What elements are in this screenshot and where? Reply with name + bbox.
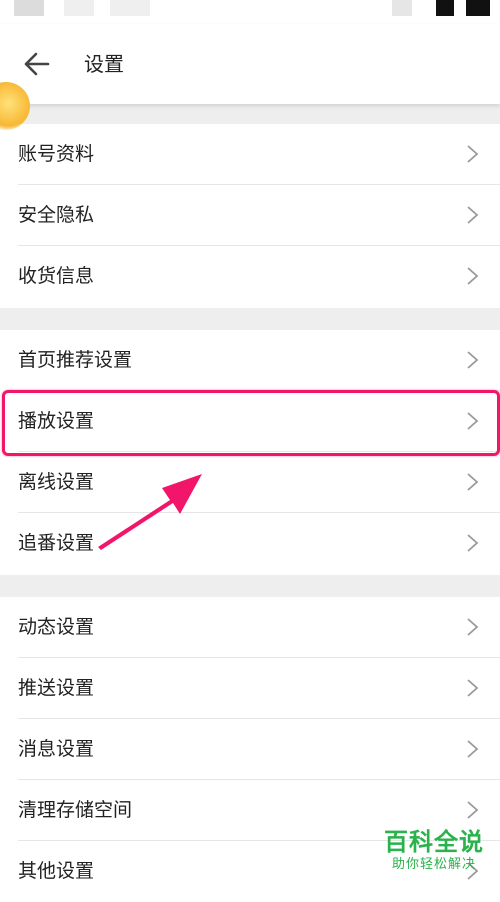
settings-item-offline[interactable]: 离线设置 <box>0 452 500 513</box>
header: 设置 <box>0 24 500 104</box>
chevron-right-icon <box>467 267 479 285</box>
chevron-right-icon <box>467 145 479 163</box>
settings-item-label: 清理存储空间 <box>18 799 133 821</box>
settings-item-messages[interactable]: 消息设置 <box>0 719 500 780</box>
settings-item-label: 其他设置 <box>18 860 95 882</box>
settings-item-label: 安全隐私 <box>18 204 95 226</box>
settings-group-account: 账号资料 安全隐私 收货信息 <box>0 124 500 308</box>
chevron-right-icon <box>467 618 479 636</box>
highlight-annotation-box <box>2 390 500 456</box>
chevron-right-icon <box>467 740 479 758</box>
status-icon-blurred <box>14 0 44 16</box>
back-button[interactable] <box>18 46 58 82</box>
settings-item-label: 推送设置 <box>18 677 95 699</box>
watermark-logo: 百科全说 助你轻松解决 <box>376 828 492 880</box>
chevron-right-icon <box>467 679 479 697</box>
watermark-subtitle: 助你轻松解决 <box>391 857 476 872</box>
settings-item-label: 动态设置 <box>18 616 95 638</box>
chevron-right-icon <box>467 473 479 491</box>
status-icon-blurred <box>64 0 94 16</box>
chevron-right-icon <box>467 351 479 369</box>
settings-item-label: 首页推荐设置 <box>18 349 133 371</box>
section-divider <box>0 575 500 597</box>
back-arrow-icon <box>24 52 50 76</box>
settings-item-push[interactable]: 推送设置 <box>0 658 500 719</box>
settings-item-account-profile[interactable]: 账号资料 <box>0 124 500 185</box>
settings-item-shipping-info[interactable]: 收货信息 <box>0 246 500 307</box>
signal-icon <box>436 0 454 16</box>
settings-item-label: 消息设置 <box>18 738 95 760</box>
settings-item-home-recommend[interactable]: 首页推荐设置 <box>0 330 500 391</box>
settings-item-label: 收货信息 <box>18 265 95 287</box>
settings-item-follow-anime[interactable]: 追番设置 <box>0 513 500 574</box>
settings-item-dynamic[interactable]: 动态设置 <box>0 597 500 658</box>
chevron-right-icon <box>467 534 479 552</box>
watermark-title: 百科全说 <box>384 828 484 856</box>
chevron-right-icon <box>467 206 479 224</box>
settings-item-label: 追番设置 <box>18 532 95 554</box>
status-icon-blurred <box>392 0 412 16</box>
section-divider <box>0 104 500 124</box>
settings-item-label: 账号资料 <box>18 143 95 165</box>
settings-item-security-privacy[interactable]: 安全隐私 <box>0 185 500 246</box>
status-bar <box>0 0 500 24</box>
chevron-right-icon <box>467 801 479 819</box>
status-icon-blurred <box>110 0 150 16</box>
battery-icon <box>466 0 490 16</box>
settings-item-label: 离线设置 <box>18 471 95 493</box>
page-title: 设置 <box>84 52 124 76</box>
section-divider <box>0 308 500 330</box>
